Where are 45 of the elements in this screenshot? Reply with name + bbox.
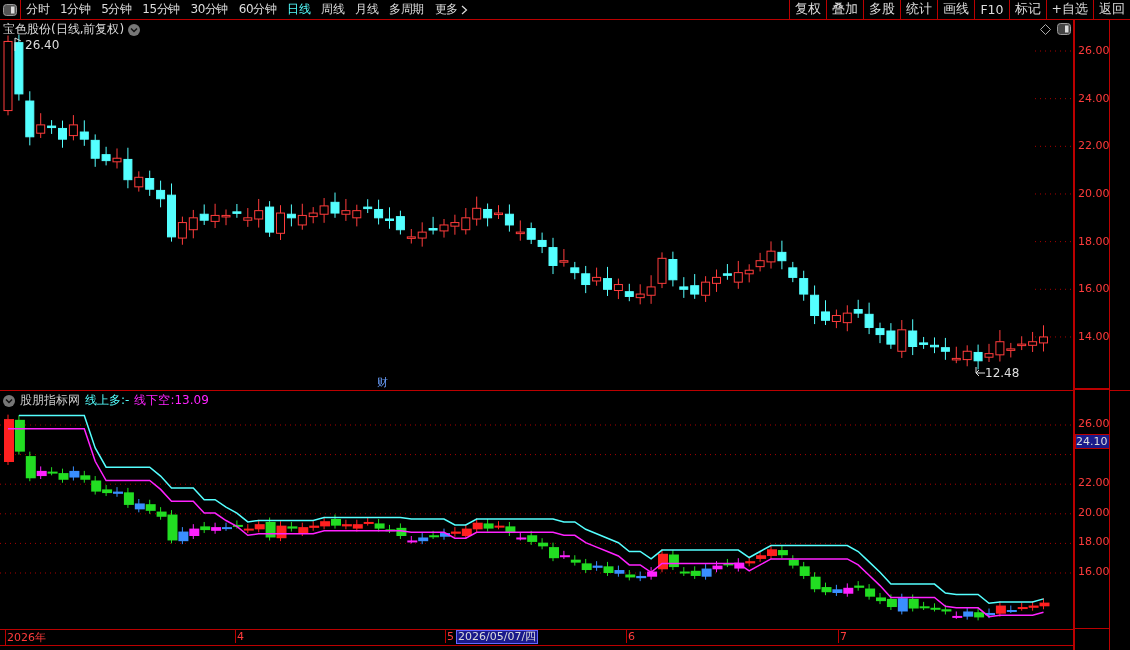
period-tab[interactable]: 日线 [282,1,317,18]
price-tick-label: 26.00 [1078,44,1110,57]
price-tick-label: 22.00 [1078,476,1110,490]
indicator-name: 股朋指标网 [20,392,80,409]
arrow-icon [975,367,985,379]
period-tab[interactable]: 分时 [21,1,55,18]
period-tab[interactable]: 30分钟 [185,1,234,18]
date-label: 7 [838,630,847,643]
period-tab[interactable]: 15分钟 [137,1,186,18]
date-label: 2026年 [5,630,46,645]
dropdown-icon[interactable] [3,394,15,407]
date-label: 6 [626,630,635,643]
cursor-date-label: 2026/05/07/四 [456,630,539,644]
price-tick-label: 22.00 [1078,139,1110,153]
price-tick-label: 20.00 [1078,186,1110,200]
date-label: 5 [445,630,454,643]
short-signal-label: 线下空:13.09 [134,392,209,409]
period-tab[interactable]: 60分钟 [233,1,283,18]
period-tab[interactable]: 多周期 [384,1,430,18]
chevron-icon [460,4,468,15]
price-tick-label: 14.00 [1078,329,1110,343]
price-tick-label: 24.00 [1078,91,1110,105]
price-tick-label: 16.00 [1078,565,1110,578]
price-tick-label: 18.00 [1078,234,1110,248]
panel-toggle-icon[interactable] [3,3,17,16]
long-signal-label: 线上多:- [85,392,130,409]
price-tick-label: 26.00 [1078,417,1110,430]
arrow-icon [14,37,24,51]
current-price-label: 24.10 [1075,434,1110,449]
high-price-label: 26.40 [25,38,60,52]
price-tick-label: 20.00 [1078,505,1110,519]
price-tick-label: 18.00 [1078,535,1110,549]
chart-title: 宝色股份(日线,前复权) [3,21,125,38]
low-price-label: 12.48 [985,366,1020,380]
period-tab[interactable]: 1分钟 [55,1,97,18]
period-tab[interactable]: 5分钟 [96,1,138,18]
price-tick-label: 16.00 [1078,282,1110,296]
panel-toggle-icon[interactable] [1057,23,1071,35]
period-tab[interactable]: 周线 [316,1,351,18]
period-tab[interactable]: 更多 [429,1,474,18]
dropdown-icon[interactable] [128,23,141,36]
diamond-icon[interactable] [1040,23,1051,35]
period-tab[interactable]: 月线 [350,1,385,18]
date-label: 4 [235,630,244,643]
event-marker[interactable]: 财 [377,375,388,390]
